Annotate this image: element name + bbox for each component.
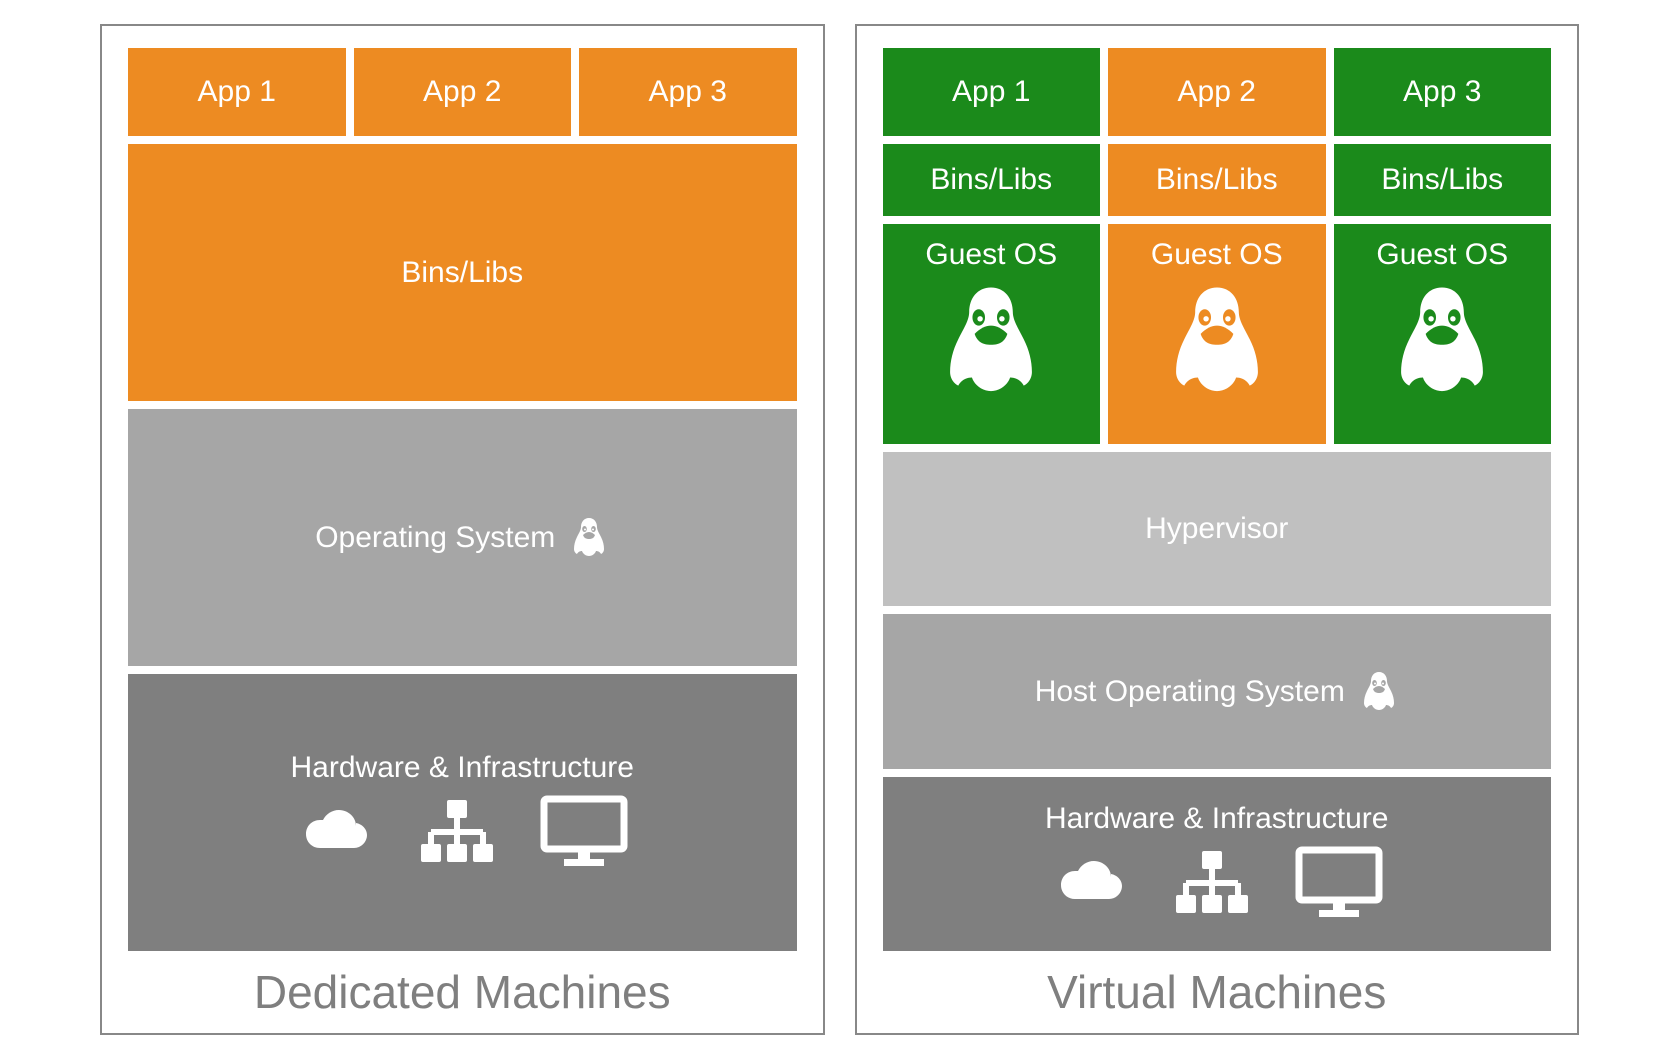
dedicated-app-3: App 3 [579,48,797,136]
vm-app-3: App 3 [1334,48,1552,136]
vm-app-2: App 2 [1108,48,1326,136]
network-icon [418,798,496,864]
vm-guestos-2-label: Guest OS [1151,238,1283,272]
dedicated-app-1: App 1 [128,48,346,136]
dedicated-binslibs: Bins/Libs [128,144,797,401]
vm-binslibs-row: Bins/Libs Bins/Libs Bins/Libs [883,144,1552,216]
vm-binslibs-1: Bins/Libs [883,144,1101,216]
host-os-label: Host Operating System [1035,675,1345,709]
cloud-icon [1051,857,1129,907]
dedicated-os: Operating System [128,409,797,666]
vm-guestos-3-label: Guest OS [1376,238,1508,272]
vm-guestos-row: Guest OS Guest OS [883,224,1552,444]
vm-guestos-1: Guest OS [883,224,1101,444]
penguin-icon [936,282,1046,402]
vm-hardware: Hardware & Infrastructure [883,777,1552,951]
dedicated-stack: App 1 App 2 App 3 Bins/Libs Operating Sy… [128,48,797,951]
penguin-icon [1162,282,1272,402]
dedicated-app-2: App 2 [354,48,572,136]
penguin-icon [1387,282,1497,402]
cloud-icon [296,806,374,856]
virtual-machines-panel: App 1 App 2 App 3 Bins/Libs Bins/Libs Bi… [855,24,1580,1035]
monitor-icon [1295,846,1383,918]
virtual-caption: Virtual Machines [883,951,1552,1021]
vm-guestos-1-label: Guest OS [925,238,1057,272]
penguin-icon [569,516,609,560]
vm-binslibs-3: Bins/Libs [1334,144,1552,216]
network-icon [1173,849,1251,915]
dedicated-hardware-label: Hardware & Infrastructure [291,751,634,785]
vm-apps-row: App 1 App 2 App 3 [883,48,1552,136]
penguin-icon [1359,670,1399,714]
vm-guestos-3: Guest OS [1334,224,1552,444]
host-os: Host Operating System [883,614,1552,768]
vm-hardware-label: Hardware & Infrastructure [1045,802,1388,836]
vm-guestos-2: Guest OS [1108,224,1326,444]
vm-binslibs-2: Bins/Libs [1108,144,1326,216]
dedicated-machines-panel: App 1 App 2 App 3 Bins/Libs Operating Sy… [100,24,825,1035]
dedicated-caption: Dedicated Machines [128,951,797,1021]
dedicated-apps-row: App 1 App 2 App 3 [128,48,797,136]
vm-app-1: App 1 [883,48,1101,136]
hypervisor: Hypervisor [883,452,1552,606]
dedicated-hardware: Hardware & Infrastructure [128,674,797,951]
dedicated-os-label: Operating System [315,521,555,555]
virtual-stack: App 1 App 2 App 3 Bins/Libs Bins/Libs Bi… [883,48,1552,951]
monitor-icon [540,795,628,867]
